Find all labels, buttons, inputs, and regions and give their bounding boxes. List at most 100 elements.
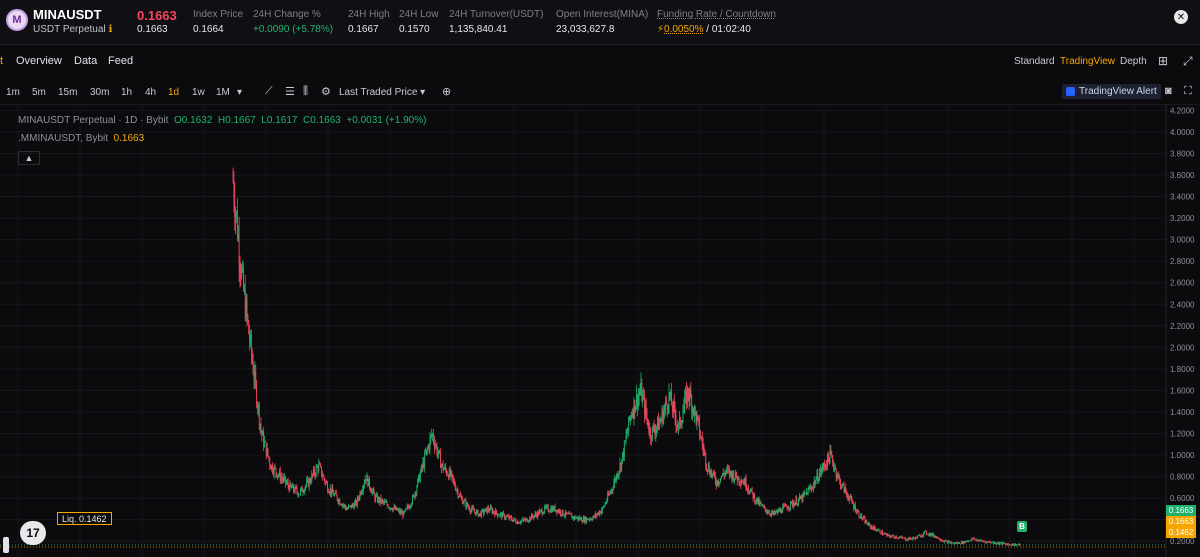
candle-body	[725, 471, 727, 473]
candles-icon[interactable]: ⫼	[303, 85, 308, 98]
add-icon[interactable]: ⊕	[442, 85, 451, 98]
candle-body	[611, 489, 613, 491]
stat-funding[interactable]: Funding Rate / Countdown ⚡0.0050% / 01:0…	[657, 9, 776, 35]
candle-body	[615, 478, 616, 481]
candle-body	[676, 425, 678, 427]
chart-type-icon[interactable]: ☰	[285, 85, 295, 98]
candle-body	[981, 540, 983, 542]
candle-body	[924, 531, 925, 533]
close-icon[interactable]: ✕	[1174, 10, 1188, 24]
candle-body	[384, 501, 385, 503]
interval-5m[interactable]: 5m	[32, 87, 46, 98]
interval-4h[interactable]: 4h	[145, 87, 156, 98]
candle-body	[869, 523, 870, 525]
candle-body	[345, 507, 347, 510]
candle-body	[635, 406, 637, 413]
price-chart[interactable]: 4.2000 4.0000 3.8000 3.6000 3.4000 3.2000 3.00…	[0, 105, 1200, 557]
view-tradingview[interactable]: TradingView	[1060, 56, 1115, 67]
candle-body	[871, 526, 873, 528]
collapse-legend-button[interactable]: ▲	[18, 151, 40, 165]
candle-body	[790, 501, 792, 508]
candle-body	[861, 513, 862, 519]
fullscreen-icon[interactable]: ⛶	[1184, 85, 1192, 98]
funding-rate[interactable]: 0.0050%	[664, 24, 703, 35]
interval-1h[interactable]: 1h	[121, 87, 132, 98]
tab-overview[interactable]: Overview	[16, 55, 62, 67]
candle-body	[652, 426, 654, 427]
candle-body	[858, 511, 860, 517]
info-icon[interactable]: ℹ	[109, 24, 113, 35]
view-depth[interactable]: Depth	[1120, 56, 1147, 67]
candle-body	[314, 474, 316, 476]
settings-icon[interactable]: ⚙	[321, 85, 331, 98]
candle-body	[609, 493, 610, 496]
candle-body	[245, 300, 247, 318]
funding-separator: /	[706, 24, 710, 35]
interval-1d[interactable]: 1d	[168, 87, 179, 98]
view-standard[interactable]: Standard	[1014, 56, 1055, 67]
buy-marker[interactable]: B	[1017, 521, 1027, 532]
candle-body	[840, 479, 841, 488]
candle-body	[946, 540, 947, 542]
candle-body	[777, 509, 779, 513]
tab-feed[interactable]: Feed	[108, 55, 133, 67]
y-axis-tick-label: 2.8000	[1170, 257, 1195, 266]
interval-1m[interactable]: 1m	[6, 87, 20, 98]
grid-settings-icon[interactable]: ⊞	[1158, 54, 1168, 68]
candle-body	[275, 468, 277, 474]
candle-body	[921, 535, 923, 537]
candle-body	[686, 388, 688, 405]
candle-body	[255, 371, 257, 384]
candle-body	[975, 539, 977, 541]
indicators-icon[interactable]: ⟋	[265, 85, 273, 98]
interval-30m[interactable]: 30m	[90, 87, 109, 98]
candlestick-chart[interactable]: 4.2000 4.0000 3.8000 3.6000 3.4000 3.2000 3.00…	[0, 105, 1200, 557]
interval-1w[interactable]: 1w	[192, 87, 205, 98]
tradingview-logo[interactable]: 17	[20, 521, 46, 545]
candle-body	[353, 505, 355, 509]
camera-icon[interactable]: ◙	[1165, 85, 1172, 97]
tab-data[interactable]: Data	[74, 55, 97, 67]
candle-body	[795, 498, 797, 503]
tab-chart[interactable]: t	[0, 55, 3, 67]
candle-body	[925, 531, 926, 532]
scroll-handle[interactable]	[3, 537, 9, 553]
candle-body	[233, 180, 235, 202]
price-source-select[interactable]: Last Traded Price ▾	[339, 87, 425, 98]
candle-body	[291, 486, 293, 489]
candle-body	[517, 521, 519, 524]
candle-body	[844, 487, 846, 493]
candle-body	[480, 512, 482, 517]
candle-body	[363, 483, 365, 486]
interval-15m[interactable]: 15m	[58, 87, 77, 98]
candle-body	[849, 495, 851, 498]
candle-body	[616, 474, 617, 481]
symbol-name[interactable]: MINAUSDT	[33, 7, 102, 22]
candle-body	[612, 489, 614, 490]
funding-label[interactable]: Funding Rate / Countdown	[657, 9, 776, 20]
candle-body	[627, 430, 629, 435]
candle-body	[719, 481, 721, 483]
candle-body	[985, 541, 987, 543]
candle-body	[665, 400, 666, 408]
candle-body	[503, 514, 505, 519]
candle-body	[403, 511, 405, 517]
candle-body	[261, 430, 263, 436]
candle-body	[879, 529, 881, 534]
tradingview-alert-button[interactable]: TradingView Alert	[1062, 84, 1161, 99]
candle-body	[296, 488, 298, 493]
candle-body	[410, 505, 412, 507]
candle-body	[342, 504, 343, 506]
candle-body	[1004, 543, 1006, 545]
expand-icon[interactable]: ⤢	[1183, 54, 1193, 69]
candle-body	[494, 512, 496, 516]
candle-body	[939, 539, 941, 541]
chevron-down-icon[interactable]: ▾	[237, 87, 242, 98]
candle-body	[623, 452, 624, 457]
candle-body	[848, 497, 849, 501]
candle-body	[360, 492, 362, 495]
interval-1M[interactable]: 1M	[216, 87, 230, 98]
candle-body	[989, 541, 991, 543]
candle-body	[424, 453, 426, 467]
candle-body	[266, 448, 268, 456]
